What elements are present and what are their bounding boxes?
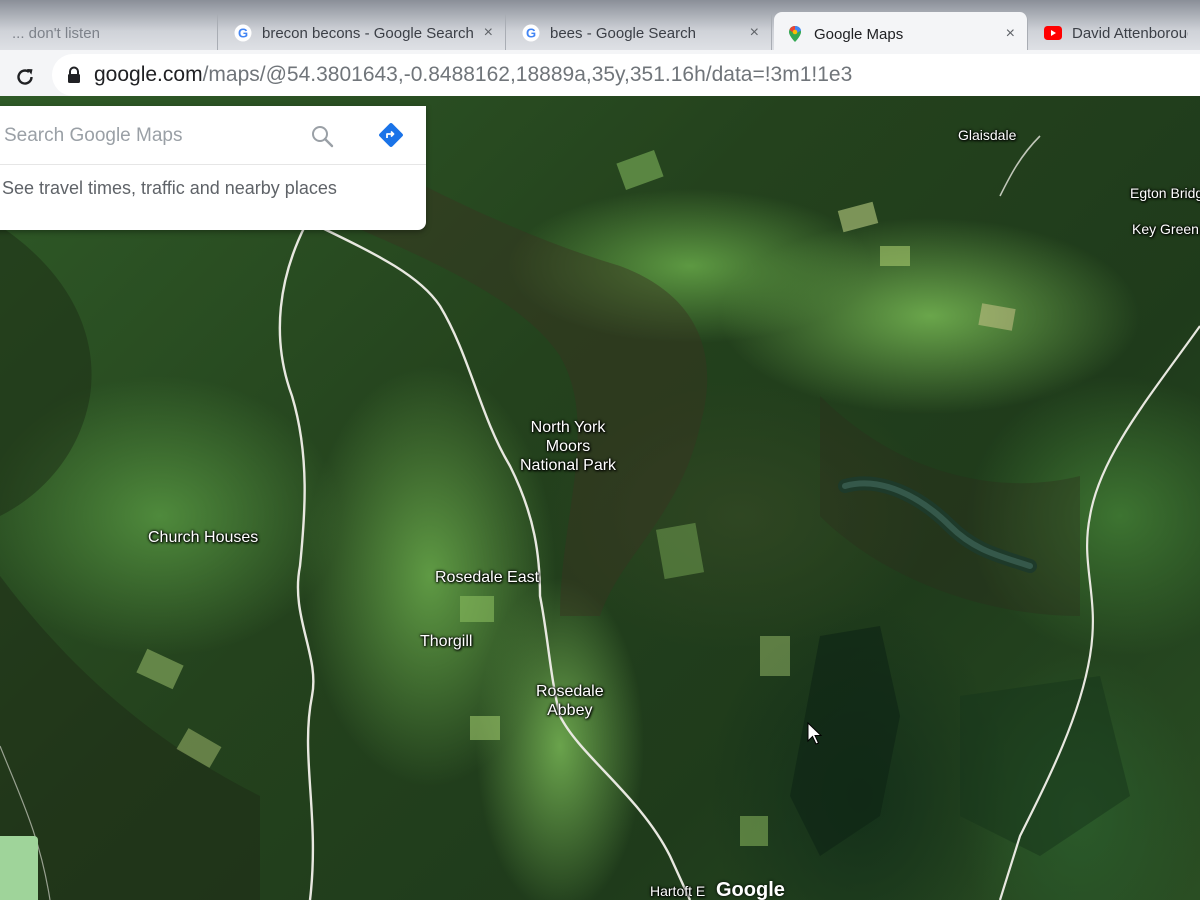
google-logo: Google (716, 879, 785, 900)
tab-title: bees - Google Search (550, 24, 696, 42)
search-icon[interactable] (310, 124, 334, 148)
place-label-thorgill[interactable]: Thorgill (420, 632, 472, 651)
mouse-cursor-icon (807, 721, 823, 746)
place-label-rosedale-east[interactable]: Rosedale East (435, 568, 539, 587)
place-label-hartoft[interactable]: Hartoft E (650, 882, 705, 900)
directions-icon[interactable] (378, 122, 404, 148)
tab-bees-search[interactable]: G bees - Google Search × (510, 14, 772, 52)
tab-title: David Attenborough On (1072, 24, 1188, 42)
place-label-church-houses[interactable]: Church Houses (148, 528, 258, 547)
google-maps-pin-icon (786, 25, 804, 43)
place-label-egton-bridge[interactable]: Egton Bridg (1130, 184, 1200, 203)
search-input[interactable] (2, 118, 296, 154)
close-tab-icon[interactable]: × (1006, 25, 1015, 43)
reload-icon[interactable] (10, 62, 40, 92)
google-g-icon: G (234, 24, 252, 42)
place-label-line: Rosedale (536, 683, 604, 700)
tab-title: ... don't listen (12, 24, 100, 42)
tab-title: Google Maps (814, 25, 904, 43)
tab-title: brecon becons - Google Search (262, 24, 474, 42)
place-label-glaisdale[interactable]: Glaisdale (958, 126, 1016, 145)
tab-strip: ... don't listen G brecon becons - Googl… (0, 0, 1200, 56)
lock-icon (66, 66, 82, 84)
url-path: /maps/@54.3801643,-0.8488162,18889a,35y,… (202, 63, 853, 86)
place-label-line: Abbey (547, 702, 593, 719)
place-label-national-park[interactable]: North York Moors National Park (520, 418, 616, 475)
youtube-icon (1044, 24, 1062, 42)
travel-times-hint[interactable]: See travel times, traffic and nearby pla… (2, 178, 337, 199)
tab-brecon-search[interactable]: G brecon becons - Google Search × (222, 14, 506, 52)
place-label-line: North York (530, 419, 606, 436)
place-label-key-green[interactable]: Key Green (1132, 220, 1199, 239)
place-label-line: National Park (520, 457, 617, 474)
layers-toggle[interactable] (0, 836, 38, 900)
tab-previous[interactable]: ... don't listen (0, 14, 218, 52)
maps-search-panel: See travel times, traffic and nearby pla… (0, 106, 426, 230)
google-g-icon: G (522, 24, 540, 42)
close-tab-icon[interactable]: × (484, 24, 493, 42)
address-bar[interactable]: google.com /maps/@54.3801643,-0.8488162,… (52, 54, 1200, 96)
search-box (0, 106, 426, 165)
place-label-line: Moors (545, 438, 591, 455)
url-host: google.com (94, 63, 203, 86)
svg-text:G: G (526, 26, 536, 41)
close-tab-icon[interactable]: × (750, 24, 759, 42)
svg-text:G: G (238, 26, 248, 41)
place-label-rosedale-abbey[interactable]: Rosedale Abbey (536, 682, 604, 720)
tab-youtube[interactable]: David Attenborough On (1032, 14, 1200, 52)
